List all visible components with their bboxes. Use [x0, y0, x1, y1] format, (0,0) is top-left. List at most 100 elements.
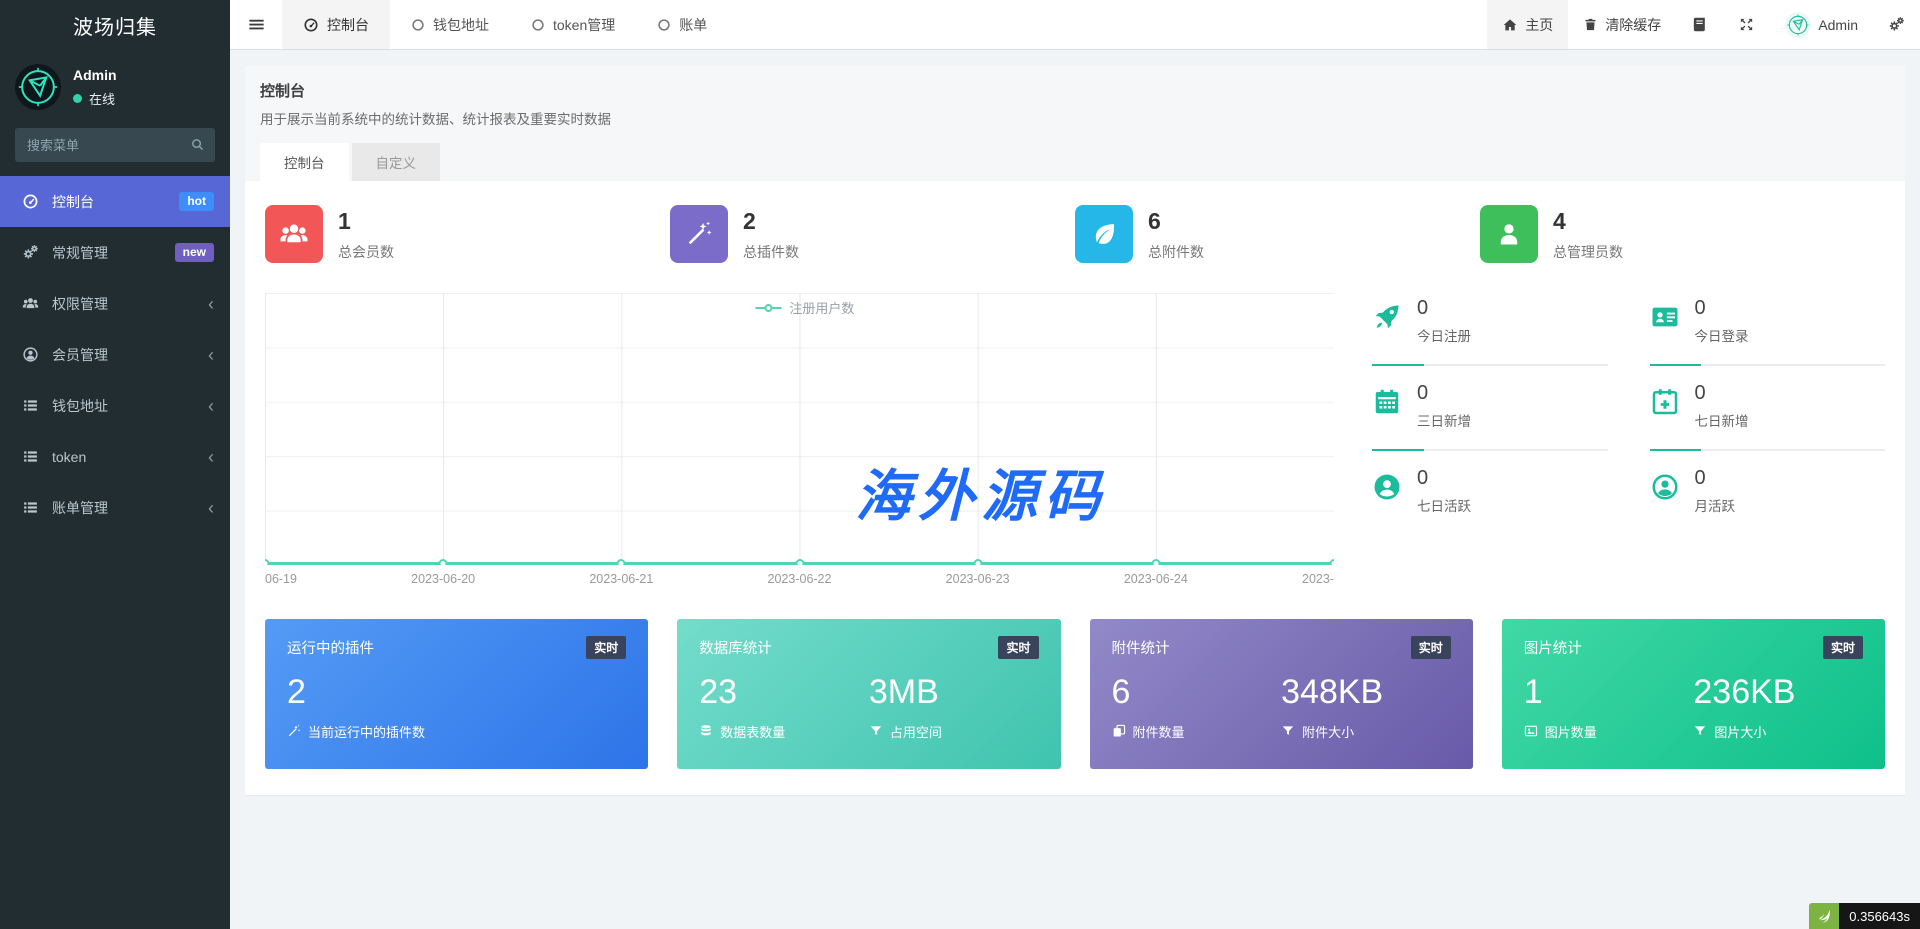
- calendar-plus-icon: [1650, 387, 1680, 417]
- fullscreen-button[interactable]: [1723, 0, 1770, 49]
- avatar[interactable]: [15, 64, 61, 110]
- card-database: 数据库统计 实时 23 数据表数量 3MB 占用空间: [677, 619, 1060, 769]
- filter-icon: [1693, 724, 1707, 738]
- sidebar-item-auth[interactable]: 权限管理 ‹: [0, 278, 230, 329]
- watermark: 海外源码: [855, 451, 1107, 532]
- sidebar-item-label: 权限管理: [52, 294, 108, 314]
- total-label: 总插件数: [743, 242, 799, 262]
- topbar-tab-token[interactable]: token管理: [510, 0, 636, 49]
- mini-stat-3day-new: 0 三日新增: [1372, 382, 1608, 467]
- filter-icon: [869, 724, 883, 738]
- x-tick: 2023-06-21: [589, 572, 653, 586]
- home-button[interactable]: 主页: [1487, 0, 1568, 49]
- rocket-icon: [1372, 302, 1402, 332]
- user-icon: [1480, 205, 1538, 263]
- user-circle-icon: [22, 346, 39, 363]
- sidebar-menu: 控制台 hot 常规管理 new 权限管理 ‹ 会员管理 ‹ 钱包地址 ‹ to…: [0, 176, 230, 533]
- topbar-tab-bill[interactable]: 账单: [636, 0, 728, 49]
- legend-marker-icon: [755, 307, 781, 309]
- topbar-tab-dashboard[interactable]: 控制台: [282, 0, 390, 49]
- topbar: 控制台 钱包地址 token管理 账单 主页 清除缓存: [230, 0, 1920, 50]
- tab-dashboard[interactable]: 控制台: [260, 143, 349, 181]
- card-value: 3MB: [869, 672, 1039, 713]
- sidebar: 波场归集 Admin 在线 控制台 hot 常规管理 new 权限管理 ‹ 会员: [0, 0, 230, 929]
- settings-button[interactable]: [1873, 0, 1920, 49]
- realtime-badge: 实时: [1823, 636, 1863, 659]
- user-status: 在线: [89, 89, 115, 108]
- sidebar-item-label: 账单管理: [52, 498, 108, 518]
- user-menu[interactable]: Admin: [1770, 0, 1873, 49]
- circle-icon: [531, 18, 545, 32]
- x-tick: 2023-06-25: [1302, 572, 1334, 586]
- user-panel: Admin 在线: [0, 50, 230, 122]
- realtime-badge: 实时: [1411, 636, 1451, 659]
- sidebar-item-bills[interactable]: 账单管理 ‹: [0, 482, 230, 533]
- card-images: 图片统计 实时 1 图片数量 236KB 图片大小: [1502, 619, 1885, 769]
- trace-time: 0.356643s: [1839, 903, 1920, 929]
- card-title: 图片统计: [1524, 637, 1582, 658]
- mini-stats: 0 今日注册 0 今日登录: [1372, 293, 1885, 589]
- panel-tabs: 控制台 自定义: [260, 143, 1890, 181]
- trash-icon: [1583, 17, 1598, 32]
- card-attachments: 附件统计 实时 6 附件数量 348KB 附件大小: [1090, 619, 1473, 769]
- id-card-icon: [1650, 302, 1680, 332]
- search-input[interactable]: [15, 128, 215, 162]
- total-label: 总管理员数: [1553, 242, 1623, 262]
- x-tick: 2023-06-20: [411, 572, 475, 586]
- image-icon: [1524, 724, 1538, 738]
- sidebar-item-wallet[interactable]: 钱包地址 ‹: [0, 380, 230, 431]
- x-tick: 2023-06-19: [265, 572, 297, 586]
- chevron-left-icon: ‹: [208, 499, 214, 517]
- x-tick: 2023-06-24: [1124, 572, 1188, 586]
- check-update-button[interactable]: [1676, 0, 1723, 49]
- new-badge: new: [175, 243, 214, 263]
- sidebar-item-members[interactable]: 会员管理 ‹: [0, 329, 230, 380]
- list-icon: [22, 397, 39, 414]
- chevron-left-icon: ‹: [208, 346, 214, 364]
- sidebar-item-token[interactable]: token ‹: [0, 431, 230, 482]
- card-value: 6: [1112, 672, 1282, 713]
- total-plugins: 2 总插件数: [670, 205, 1075, 263]
- user-name: Admin: [73, 67, 117, 83]
- tab-custom[interactable]: 自定义: [352, 143, 441, 181]
- mini-stat-today-login: 0 今日登录: [1650, 297, 1886, 382]
- card-value: 23: [699, 672, 869, 713]
- sidebar-item-general[interactable]: 常规管理 new: [0, 227, 230, 278]
- mini-stat-today-registered: 0 今日注册: [1372, 297, 1608, 382]
- clear-cache-button[interactable]: 清除缓存: [1568, 0, 1676, 49]
- users-icon: [265, 205, 323, 263]
- home-icon: [1502, 17, 1518, 33]
- menu-search: [15, 128, 215, 162]
- sidebar-item-label: 会员管理: [52, 345, 108, 365]
- circle-icon: [411, 18, 425, 32]
- card-value: 2: [287, 672, 626, 713]
- calendar-icon: [1372, 387, 1402, 417]
- x-tick: 2023-06-23: [946, 572, 1010, 586]
- panel-heading: 控制台 用于展示当前系统中的统计数据、统计报表及重要实时数据 控制台 自定义: [245, 66, 1905, 181]
- card-title: 附件统计: [1112, 637, 1170, 658]
- topbar-tab-wallet[interactable]: 钱包地址: [390, 0, 510, 49]
- totals-row: 1 总会员数 2 总插件数 6 总附件数: [265, 205, 1885, 263]
- sidebar-item-dashboard[interactable]: 控制台 hot: [0, 176, 230, 227]
- sidebar-toggle-button[interactable]: [230, 0, 282, 49]
- sidebar-item-label: 控制台: [52, 192, 94, 212]
- registered-users-chart: 注册用户数 海外源码: [265, 293, 1334, 589]
- chart-x-axis: 2023-06-19 2023-06-20 2023-06-21 2023-06…: [265, 565, 1334, 589]
- thinkphp-logo-icon[interactable]: [1809, 903, 1839, 929]
- total-label: 总会员数: [338, 242, 394, 262]
- total-attachments: 6 总附件数: [1075, 205, 1480, 263]
- chart-legend[interactable]: 注册用户数: [755, 298, 854, 317]
- sidebar-item-label: 常规管理: [52, 243, 108, 263]
- mini-stat-7day-new: 0 七日新增: [1650, 382, 1886, 467]
- realtime-badge: 实时: [586, 636, 626, 659]
- mini-stat-month-active: 0 月活跃: [1650, 467, 1886, 531]
- users-icon: [22, 295, 39, 312]
- summary-cards: 运行中的插件 实时 2 当前运行中的插件数 数据库统计: [265, 619, 1885, 769]
- page-subtitle: 用于展示当前系统中的统计数据、统计报表及重要实时数据: [260, 108, 1890, 128]
- brand-title: 波场归集: [0, 0, 230, 50]
- magic-wand-icon: [670, 205, 728, 263]
- chevron-left-icon: ‹: [208, 448, 214, 466]
- copy-icon: [1112, 724, 1126, 738]
- search-icon: [190, 137, 205, 152]
- mini-progress: [1650, 449, 1886, 451]
